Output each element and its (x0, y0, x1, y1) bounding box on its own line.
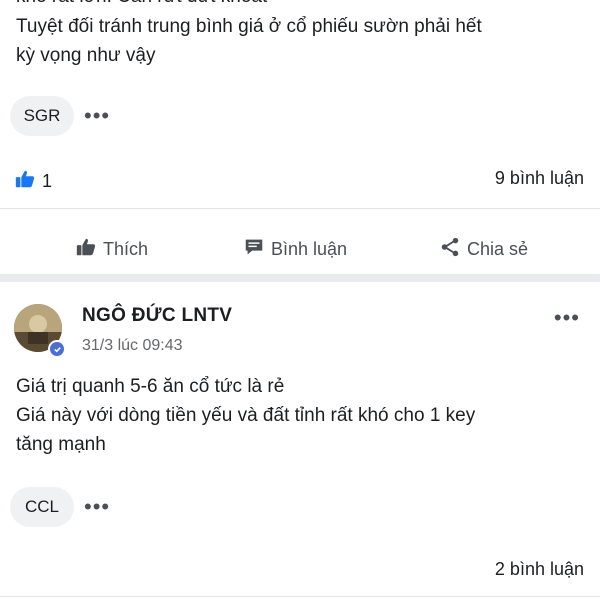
post-text-line: Giá trị quanh 5-6 ăn cổ tức là rẻ (16, 376, 285, 397)
comment-count-link[interactable]: 2 bình luận (495, 559, 584, 580)
like-count: 1 (42, 171, 53, 191)
comment-icon (243, 236, 265, 263)
comment-count-link[interactable]: 9 bình luận (495, 168, 584, 189)
stock-tag-label: SGR (23, 106, 61, 125)
reaction-summary[interactable]: 1 (14, 168, 52, 195)
like-button[interactable]: Thích (75, 236, 148, 263)
post-text: Giá trị quanh 5-6 ăn cổ tức là rẻ Giá nà… (16, 372, 475, 459)
tag-more-button[interactable]: ••• (84, 105, 110, 127)
comment-button[interactable]: Bình luận (243, 236, 347, 263)
verified-badge-icon (48, 340, 66, 358)
stock-tag-label: CCL (24, 497, 59, 516)
post-text-line: Tuyệt đối tránh trung bình giá ở cổ phiế… (16, 16, 482, 37)
divider (0, 208, 600, 209)
thumbs-up-icon (14, 168, 36, 195)
post-text-line: tăng mạnh (16, 434, 106, 455)
tag-more-button[interactable]: ••• (84, 496, 110, 518)
post-text-cut-line: khó rất lớn. Cắn rứt dứt khoát (16, 0, 267, 8)
share-icon (439, 236, 461, 263)
like-button-label: Thích (103, 239, 149, 259)
post-separator (0, 274, 600, 282)
post-timestamp[interactable]: 31/3 lúc 09:43 (82, 337, 183, 355)
comment-button-label: Bình luận (271, 239, 348, 259)
share-button[interactable]: Chia sẻ (439, 236, 528, 263)
stock-tag-chip[interactable]: CCL (10, 487, 74, 527)
post-text: Tuyệt đối tránh trung bình giá ở cổ phiế… (16, 12, 482, 70)
post-more-button[interactable]: ••• (554, 307, 580, 329)
stock-tag-chip[interactable]: SGR (10, 96, 74, 136)
divider (0, 596, 600, 597)
post-text-line: kỳ vọng như vậy (16, 45, 156, 66)
thumbs-up-icon (75, 236, 97, 263)
post-text-line: Giá này với dòng tiền yếu và đất tỉnh rấ… (16, 405, 476, 426)
share-button-label: Chia sẻ (467, 239, 529, 259)
author-name[interactable]: NGÔ ĐỨC LNTV (82, 305, 232, 327)
